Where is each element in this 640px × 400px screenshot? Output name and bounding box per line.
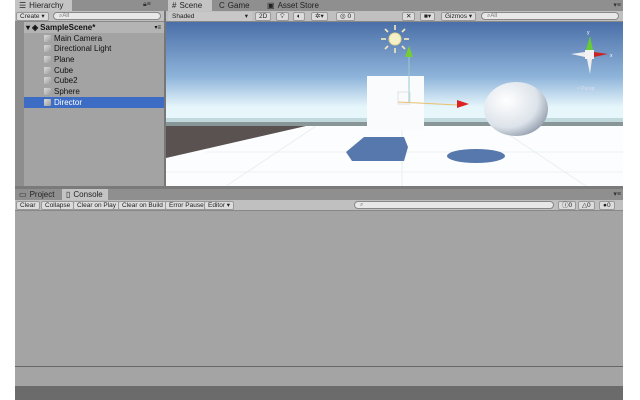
panel-menu-icon[interactable]: ▾≡ bbox=[613, 1, 621, 9]
panel-menu-icon[interactable]: ▾≡ bbox=[613, 190, 621, 198]
list-item[interactable]: Cube bbox=[24, 65, 164, 76]
sun-icon bbox=[381, 25, 409, 53]
2d-toggle[interactable]: 2D bbox=[255, 12, 272, 21]
console-log-area[interactable] bbox=[15, 211, 623, 386]
unity-icon: ◈ bbox=[32, 22, 39, 32]
eye-icon: ◎ bbox=[340, 13, 346, 20]
tab-asset-store[interactable]: ▣ Asset Store bbox=[263, 0, 323, 11]
tab-console[interactable]: ▯ Console bbox=[62, 189, 108, 200]
tab-hierarchy[interactable]: ☰ Hierarchy bbox=[15, 0, 72, 11]
scene-render: y x < Persp bbox=[166, 22, 623, 186]
folder-icon: ▭ bbox=[19, 190, 27, 199]
scene-root[interactable]: ▾ ◈ SampleScene* ▾≡ bbox=[24, 22, 164, 33]
hidden-objects-toggle[interactable]: ◎ 0 bbox=[336, 12, 356, 21]
audio-toggle-icon[interactable]: 🔈︎ bbox=[293, 12, 305, 21]
sphere-shadow bbox=[447, 149, 505, 163]
info-count-toggle[interactable]: ⓘ0 bbox=[558, 201, 577, 210]
hierarchy-search-input[interactable]: ⌕All bbox=[53, 12, 161, 20]
console-tab-bar: ▭ Project ▯ Console ▾≡ bbox=[15, 189, 623, 200]
tools-icon[interactable]: ✕ bbox=[402, 12, 416, 21]
warning-count-toggle[interactable]: △0 bbox=[578, 201, 595, 210]
list-item[interactable]: Cube2 bbox=[24, 76, 164, 87]
top-tab-bar: ☰ Hierarchy 🔒︎≡ # Scene C Game ▣ Asset Store… bbox=[15, 0, 623, 11]
console-search-input[interactable]: ⌕ bbox=[354, 201, 554, 209]
collapse-button[interactable]: Collapse bbox=[41, 201, 75, 210]
tab-game[interactable]: C Game bbox=[215, 0, 254, 11]
lock-icon[interactable]: 🔒︎≡ bbox=[143, 1, 151, 9]
console-icon: ▯ bbox=[66, 190, 71, 199]
error-pause-button[interactable]: Error Pause bbox=[165, 201, 208, 210]
scene-search-input[interactable]: ⌕All bbox=[481, 12, 619, 20]
divider bbox=[15, 366, 623, 367]
console-toolbar: Clear Collapse Clear on Play Clear on Bu… bbox=[15, 200, 623, 211]
gameobject-icon bbox=[44, 55, 51, 63]
hierarchy-panel: ▾ ◈ SampleScene* ▾≡ Main Camera Directiona… bbox=[15, 22, 164, 186]
sphere bbox=[484, 82, 548, 136]
tab-scene[interactable]: # Scene bbox=[168, 0, 212, 11]
list-icon: ☰ bbox=[19, 1, 27, 10]
lighting-toggle-icon[interactable]: 💡︎ bbox=[276, 12, 289, 21]
list-item[interactable]: Main Camera bbox=[24, 33, 164, 44]
scene-view[interactable]: y x < Persp bbox=[166, 22, 623, 186]
gameobject-icon bbox=[44, 45, 51, 53]
hierarchy-gutter bbox=[15, 22, 24, 186]
gizmos-dropdown[interactable]: Gizmos ▾ bbox=[441, 12, 477, 21]
gameobject-icon bbox=[44, 34, 51, 42]
error-count-toggle[interactable]: ●0 bbox=[599, 201, 615, 210]
projection-label[interactable]: < Persp bbox=[577, 86, 595, 92]
list-item[interactable]: Directional Light bbox=[24, 44, 164, 55]
shading-dropdown[interactable]: Shaded ▾ bbox=[168, 12, 252, 21]
gameobject-icon bbox=[44, 66, 51, 74]
create-button[interactable]: Create ▾ bbox=[16, 12, 49, 21]
hierarchy-toolbar: Create ▾ ⌕All bbox=[15, 11, 164, 22]
list-item[interactable]: Plane bbox=[24, 54, 164, 65]
list-item[interactable]: Sphere bbox=[24, 86, 164, 97]
gameobject-icon bbox=[44, 87, 51, 95]
list-item-selected[interactable]: Director bbox=[24, 97, 164, 108]
tab-project[interactable]: ▭ Project bbox=[15, 189, 58, 200]
clear-on-play-button[interactable]: Clear on Play bbox=[73, 201, 121, 210]
clear-button[interactable]: Clear bbox=[16, 201, 40, 210]
gameobject-icon bbox=[44, 98, 51, 106]
effects-dropdown-icon[interactable]: ✲▾ bbox=[311, 12, 328, 21]
gameobject-icon bbox=[44, 77, 51, 85]
editor-dropdown[interactable]: Editor ▾ bbox=[204, 201, 235, 210]
clear-on-build-button[interactable]: Clear on Build bbox=[118, 201, 167, 210]
camera-dropdown-icon[interactable]: ■▾ bbox=[420, 12, 436, 21]
status-bar bbox=[15, 386, 623, 400]
scene-toolbar: Shaded ▾ 2D 💡︎ 🔈︎ ✲▾ ◎ 0 ✕ ■▾ Gizmos ▾ ⌕A… bbox=[166, 11, 623, 22]
